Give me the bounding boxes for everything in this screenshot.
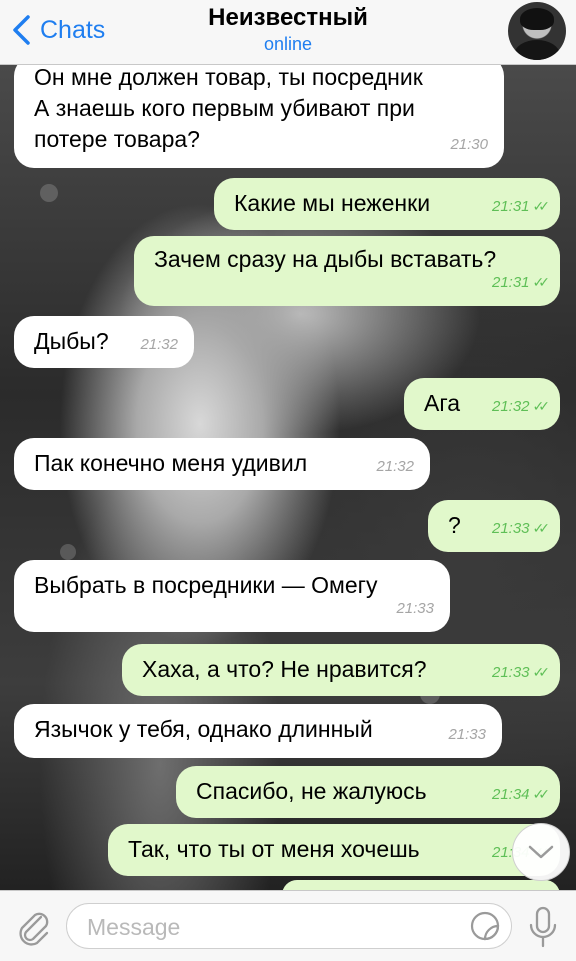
read-ticks-icon: ✓✓ [532, 198, 551, 214]
read-ticks-icon: ✓✓ [532, 664, 551, 680]
message-bubble[interactable]: Он мне должен товар, ты посредник А знае… [14, 56, 504, 168]
message-bubble[interactable]: Зачем сразу на дыбы вставать? 21:31 ✓✓ [134, 236, 560, 306]
message-bubble[interactable]: ? 21:33 ✓✓ [428, 500, 560, 552]
message-bubble[interactable]: Выбрать в посредники — Омегу 21:33 [14, 560, 450, 632]
message-time: 21:33 [448, 726, 486, 743]
read-ticks-icon: ✓✓ [532, 786, 551, 802]
chat-header: Chats Неизвестный online [0, 0, 576, 65]
message-time: 21:32 [376, 458, 414, 475]
message-bubble[interactable]: Какие мы неженки 21:31 ✓✓ [214, 178, 560, 230]
read-ticks-icon: ✓✓ [532, 274, 551, 290]
message-bubble[interactable]: Язычок у тебя, однако длинный 21:33 [14, 704, 502, 758]
avatar[interactable] [508, 2, 566, 60]
message-time: 21:32 ✓✓ [492, 391, 551, 422]
online-status: online [263, 34, 313, 54]
message-time: 21:31 ✓✓ [492, 267, 551, 298]
message-list[interactable]: Он мне должен товар, ты посредник А знае… [0, 0, 576, 910]
message-bubble[interactable]: Ага 21:32 ✓✓ [404, 378, 560, 430]
message-time: 21:30 [450, 136, 488, 153]
message-bubble[interactable]: Хаха, а что? Не нравится? 21:33 ✓✓ [122, 644, 560, 696]
scroll-down-button[interactable] [512, 823, 570, 881]
scroll-down-icon [528, 845, 554, 859]
message-text: Пак конечно меня удивил [34, 450, 308, 476]
message-text: Язычок у тебя, однако длинный [34, 716, 373, 742]
message-bubble[interactable]: Спасибо, не жалуюсь 21:34 ✓✓ [176, 766, 560, 818]
attach-icon[interactable] [14, 907, 52, 947]
message-text: Выбрать в посредники — Омегу [34, 572, 378, 598]
message-time: 21:33 ✓✓ [492, 513, 551, 544]
message-bubble[interactable]: Пак конечно меня удивил 21:32 [14, 438, 430, 490]
chat-title[interactable]: Неизвестный [0, 4, 576, 32]
message-field[interactable] [66, 903, 512, 949]
message-bubble[interactable]: Так, что ты от меня хочешь 21:34✓✓ [108, 824, 560, 876]
message-time: 21:31 ✓✓ [492, 191, 551, 222]
microphone-icon[interactable] [526, 905, 560, 949]
message-time: 21:34✓✓ [492, 779, 551, 810]
message-time: 21:32 [140, 336, 178, 353]
sticker-icon[interactable] [469, 910, 501, 942]
message-bubble[interactable]: Дыбы? 21:32 [14, 316, 194, 368]
message-time: 21:33 ✓✓ [492, 657, 551, 688]
message-time: 21:33 [396, 600, 434, 617]
message-input[interactable] [85, 910, 459, 944]
message-input-bar [0, 890, 576, 961]
message-text: Он мне должен товар, ты посредник А знае… [34, 64, 423, 152]
read-ticks-icon: ✓✓ [532, 520, 551, 536]
read-ticks-icon: ✓✓ [532, 398, 551, 414]
